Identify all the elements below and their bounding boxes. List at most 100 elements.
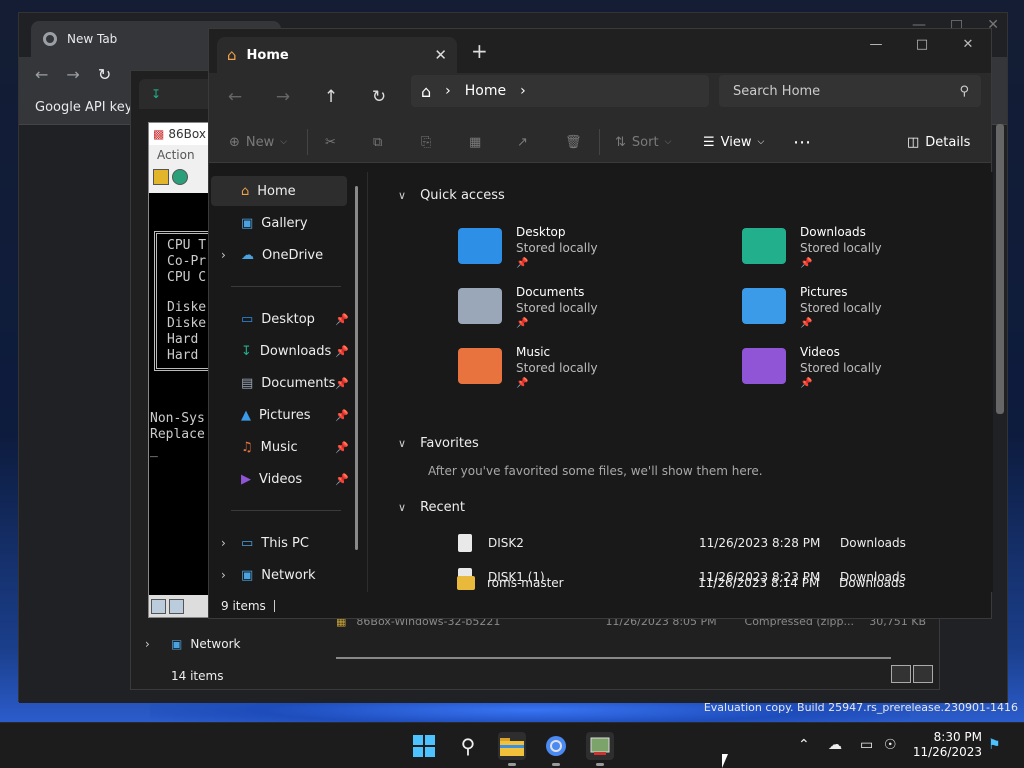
qa-sub: Stored locally (800, 361, 882, 375)
chevron-right-icon[interactable]: › (221, 536, 226, 550)
taskbar-chrome[interactable] (542, 732, 570, 766)
new-button[interactable]: ⊕ New ⌵ (229, 131, 287, 153)
pause-icon[interactable] (153, 169, 169, 185)
system-clock[interactable]: 8:30 PM 11/26/2023 (913, 730, 982, 760)
paste-icon[interactable]: ⎘ (421, 131, 431, 153)
folder-downloads-icon (742, 228, 786, 264)
view-button[interactable]: ☰ View ⌵ (703, 131, 764, 153)
nav-scrollbar[interactable] (355, 186, 358, 550)
network-icon[interactable]: ▭ (860, 737, 873, 753)
share-icon[interactable]: ↗ (517, 131, 528, 153)
onedrive-icon[interactable]: ☁ (828, 737, 842, 753)
taskbar-86box[interactable] (586, 732, 614, 766)
86box-window[interactable]: ▩ 86Box Action CPU T Co-Pr CPU C Diske D… (148, 122, 212, 618)
qa-sub: Stored locally (800, 301, 882, 315)
quick-access-music[interactable]: Music Stored locally 📌 (458, 344, 708, 400)
show-hidden-icons[interactable]: ⌃ (798, 737, 810, 753)
nav-item-music[interactable]: ♫ Music 📌 (211, 432, 349, 462)
nav-item-network[interactable]: › ▣ Network (211, 560, 347, 590)
taskbar-file-explorer[interactable] (498, 732, 526, 766)
copy-icon[interactable]: ⧉ (373, 131, 382, 153)
86box-emulator-screen[interactable]: CPU T Co-Pr CPU C Diske Diske Hard Hard … (149, 193, 211, 597)
breadcrumb-home[interactable]: Home (465, 83, 506, 99)
explorer-behind-nav-network[interactable]: ▣ Network (171, 637, 240, 651)
cut-icon[interactable]: ✂ (325, 131, 336, 153)
chrome-reload-icon[interactable]: ↻ (98, 65, 111, 84)
pin-icon: 📌 (335, 344, 349, 358)
computer-icon: ▭ (241, 535, 254, 551)
back-button[interactable]: ← (223, 85, 247, 109)
nav-item-desktop[interactable]: ▭ Desktop 📌 (211, 304, 349, 334)
network-icon: ▣ (171, 637, 183, 651)
nav-label: Network (261, 567, 316, 583)
quick-access-documents[interactable]: Documents Stored locally 📌 (458, 284, 708, 340)
new-tab-button[interactable]: + (471, 39, 488, 63)
start-button[interactable] (410, 732, 438, 760)
window-controls: — □ ✕ (853, 29, 991, 57)
maximize-icon[interactable]: □ (899, 31, 945, 57)
nav-item-documents[interactable]: ▤ Documents 📌 (211, 368, 349, 398)
cdrom-icon[interactable] (169, 598, 184, 614)
close-icon[interactable]: ✕ (945, 31, 991, 57)
home-icon[interactable]: ⌂ (421, 82, 431, 101)
chevron-down-icon[interactable]: ∨ (398, 501, 406, 514)
bookmark-google-api-keys[interactable]: Google API keys (35, 100, 139, 115)
refresh-button[interactable]: ↻ (367, 85, 391, 109)
nav-item-this-pc[interactable]: › ▭ This PC (211, 528, 347, 558)
explorer-behind-hscroll[interactable] (336, 657, 891, 659)
search-input[interactable]: Search Home ⚲ (719, 75, 981, 107)
quick-access-desktop[interactable]: Desktop Stored locally 📌 (458, 224, 708, 280)
more-options-icon[interactable]: ⋯ (793, 131, 811, 153)
chrome-forward-icon[interactable]: → (66, 65, 79, 84)
chevron-down-icon[interactable]: ∨ (398, 189, 406, 202)
rename-icon[interactable]: ▦ (469, 131, 481, 153)
nav-item-onedrive[interactable]: › ☁ OneDrive (211, 240, 347, 270)
close-tab-icon[interactable]: ✕ (434, 46, 447, 64)
86box-menu-action[interactable]: Action (157, 148, 195, 162)
forward-button[interactable]: → (271, 85, 295, 109)
tiles-view-icon[interactable] (913, 665, 933, 683)
explorer-titlebar: ⌂ Home ✕ + — □ ✕ (209, 29, 991, 73)
up-button[interactable]: ↑ (319, 85, 343, 109)
details-view-icon[interactable] (891, 665, 911, 683)
floppy-icon[interactable] (151, 598, 166, 614)
explorer-tab-home[interactable]: ⌂ Home ✕ (217, 37, 457, 73)
sort-button[interactable]: ⇅ Sort ⌵ (615, 131, 671, 153)
search-icon[interactable]: ⚲ (454, 732, 482, 760)
search-icon[interactable]: ⚲ (959, 84, 969, 99)
recent-row[interactable]: DISK2 11/26/2023 8:28 PM Downloads (458, 532, 978, 554)
recent-row[interactable]: roms-master 11/26/2023 8:14 PM Downloads (457, 572, 977, 594)
volume-icon[interactable]: ☉ (884, 737, 897, 753)
recent-location: Downloads (840, 536, 906, 550)
chevron-right-icon[interactable]: › (221, 568, 226, 582)
file-explorer-window[interactable]: ⌂ Home ✕ + — □ ✕ ← → ↑ ↻ ⌂ › Home › Sear… (208, 28, 993, 619)
nav-item-home[interactable]: ⌂ Home (211, 176, 347, 206)
pin-icon: 📌 (800, 378, 813, 389)
nav-item-gallery[interactable]: ▣ Gallery (211, 208, 347, 238)
pin-icon: 📌 (516, 318, 529, 329)
delete-icon[interactable]: 🗑 (565, 131, 582, 153)
quick-access-videos[interactable]: Videos Stored locally 📌 (742, 344, 992, 400)
nav-item-pictures[interactable]: ▲ Pictures 📌 (211, 400, 349, 430)
chevron-right-icon[interactable]: › (221, 248, 226, 262)
section-recent[interactable]: ∨ Recent (398, 500, 465, 515)
chevron-right-icon[interactable]: › (445, 83, 451, 99)
details-button[interactable]: ◫ Details (907, 131, 970, 153)
chrome-back-icon[interactable]: ← (35, 65, 48, 84)
details-label: Details (925, 134, 971, 150)
chevron-down-icon[interactable]: ∨ (398, 437, 406, 450)
reset-icon[interactable] (172, 169, 188, 185)
minimize-icon[interactable]: — (853, 31, 899, 57)
nav-item-downloads[interactable]: ↧ Downloads 📌 (211, 336, 349, 366)
section-quick-access[interactable]: ∨ Quick access (398, 188, 505, 203)
quick-access-downloads[interactable]: Downloads Stored locally 📌 (742, 224, 992, 280)
chevron-right-icon[interactable]: › (145, 637, 150, 651)
desktop-icon: ▭ (241, 311, 254, 327)
chevron-right-icon[interactable]: › (520, 83, 526, 99)
quick-access-pictures[interactable]: Pictures Stored locally 📌 (742, 284, 992, 340)
breadcrumb[interactable]: ⌂ › Home › (411, 75, 709, 107)
chrome-scrollbar[interactable] (996, 124, 1004, 414)
section-favorites[interactable]: ∨ Favorites (398, 436, 479, 451)
notification-bell-icon[interactable]: ⚑ (988, 737, 1001, 753)
nav-item-videos[interactable]: ▶ Videos 📌 (211, 464, 349, 494)
